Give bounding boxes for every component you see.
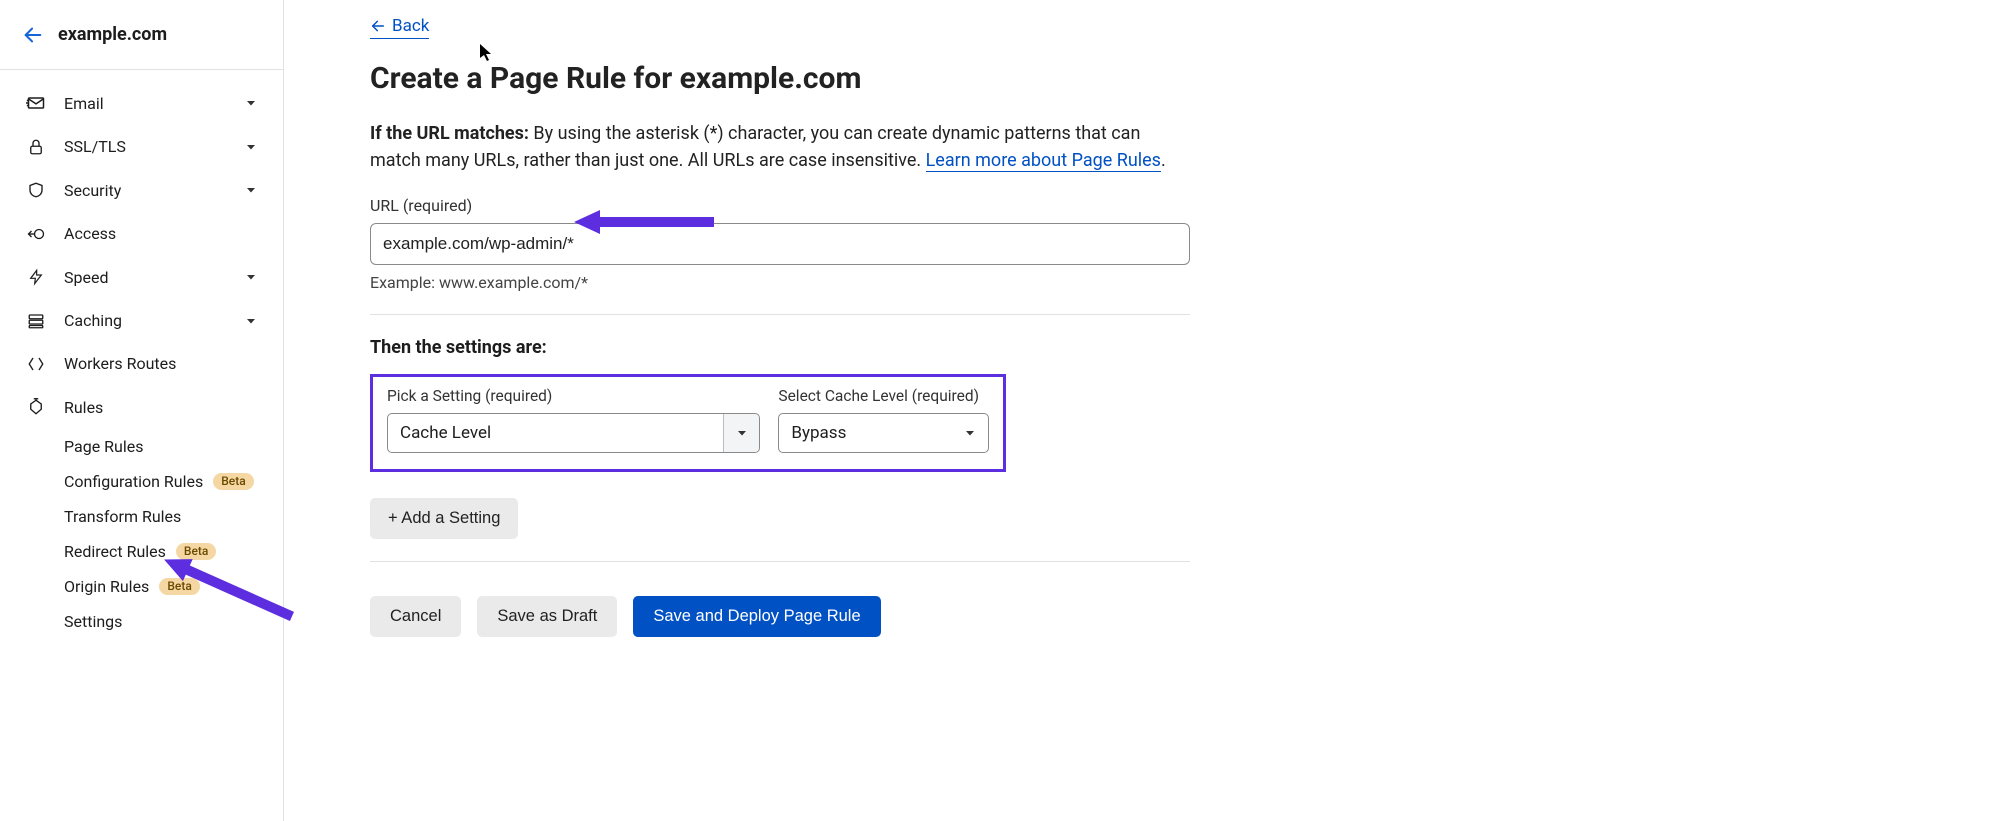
cancel-button[interactable]: Cancel — [370, 596, 461, 637]
sidebar-item-label: Access — [64, 224, 116, 243]
sidebar-item-speed[interactable]: Speed — [0, 255, 283, 299]
action-bar: Cancel Save as Draft Save and Deploy Pag… — [370, 596, 1190, 637]
sidebar-item-label: Workers Routes — [64, 354, 176, 373]
sidebar-item-email[interactable]: Email — [0, 81, 283, 125]
sidebar-item-caching[interactable]: Caching — [0, 299, 283, 342]
subnav-redirect-rules[interactable]: Redirect Rules Beta — [64, 534, 283, 569]
sidebar-domain: example.com — [58, 24, 167, 45]
sidebar-item-label: Speed — [64, 268, 108, 287]
url-match-description: If the URL matches: By using the asteris… — [370, 120, 1190, 174]
access-icon — [26, 225, 46, 243]
beta-badge: Beta — [213, 473, 253, 490]
sidebar-item-label: Email — [64, 94, 104, 113]
pick-setting-label: Pick a Setting (required) — [387, 387, 760, 405]
stack-icon — [26, 312, 46, 330]
cache-level-label: Select Cache Level (required) — [778, 387, 989, 405]
setting-row-highlight: Pick a Setting (required) Cache Level Se… — [370, 374, 1006, 472]
sidebar-item-security[interactable]: Security — [0, 168, 283, 212]
settings-heading: Then the settings are: — [370, 337, 1190, 358]
subnav-origin-rules[interactable]: Origin Rules Beta — [64, 569, 283, 604]
sidebar-item-rules[interactable]: Rules — [0, 385, 283, 429]
subnav-settings[interactable]: Settings — [64, 604, 283, 639]
chevron-down-icon — [245, 315, 257, 327]
url-hint: Example: www.example.com/* — [370, 273, 1190, 292]
sidebar-item-label: SSL/TLS — [64, 137, 126, 156]
sidebar-item-label: Security — [64, 181, 121, 200]
back-arrow-icon[interactable] — [22, 24, 44, 46]
chevron-down-icon — [245, 97, 257, 109]
workers-icon — [26, 355, 46, 373]
sidebar-header: example.com — [0, 0, 283, 70]
page-title: Create a Page Rule for example.com — [370, 61, 1999, 96]
url-field-label: URL (required) — [370, 196, 1190, 215]
divider — [370, 314, 1190, 315]
divider — [370, 561, 1190, 562]
sidebar-item-label: Caching — [64, 311, 122, 330]
subnav-transform-rules[interactable]: Transform Rules — [64, 499, 283, 534]
lock-icon — [26, 138, 46, 156]
grid-icon — [26, 70, 44, 73]
bolt-icon — [26, 267, 46, 287]
learn-more-link[interactable]: Learn more about Page Rules — [926, 150, 1161, 172]
back-link[interactable]: Back — [370, 16, 429, 39]
sidebar-item-ssl[interactable]: SSL/TLS — [0, 125, 283, 168]
beta-badge: Beta — [176, 543, 216, 560]
beta-badge: Beta — [159, 578, 199, 595]
pick-setting-select[interactable]: Cache Level — [387, 413, 760, 453]
chevron-down-icon — [952, 427, 988, 439]
add-setting-button[interactable]: + Add a Setting — [370, 498, 518, 539]
rules-subnav: Page Rules Configuration Rules Beta Tran… — [0, 429, 283, 639]
save-draft-button[interactable]: Save as Draft — [477, 596, 617, 637]
chevron-down-icon — [245, 271, 257, 283]
subnav-page-rules[interactable]: Page Rules — [64, 429, 283, 464]
shield-icon — [26, 180, 46, 200]
sidebar-item-access[interactable]: Access — [0, 212, 283, 255]
sidebar-nav: DNS Email SSL/TLS — [0, 70, 283, 639]
chevron-down-icon — [245, 141, 257, 153]
mouse-cursor-icon — [480, 44, 494, 62]
chevron-down-icon — [723, 414, 759, 452]
sidebar-item-workers[interactable]: Workers Routes — [0, 342, 283, 385]
sidebar-item-label: Rules — [64, 398, 103, 417]
url-input[interactable] — [370, 223, 1190, 265]
cache-level-select[interactable]: Bypass — [778, 413, 989, 453]
rules-icon — [26, 397, 46, 417]
main-content: Back Create a Page Rule for example.com … — [284, 0, 1999, 821]
save-deploy-button[interactable]: Save and Deploy Page Rule — [633, 596, 880, 637]
subnav-config-rules[interactable]: Configuration Rules Beta — [64, 464, 283, 499]
chevron-down-icon — [245, 184, 257, 196]
sidebar: example.com DNS Email — [0, 0, 284, 821]
mail-icon — [26, 93, 46, 113]
